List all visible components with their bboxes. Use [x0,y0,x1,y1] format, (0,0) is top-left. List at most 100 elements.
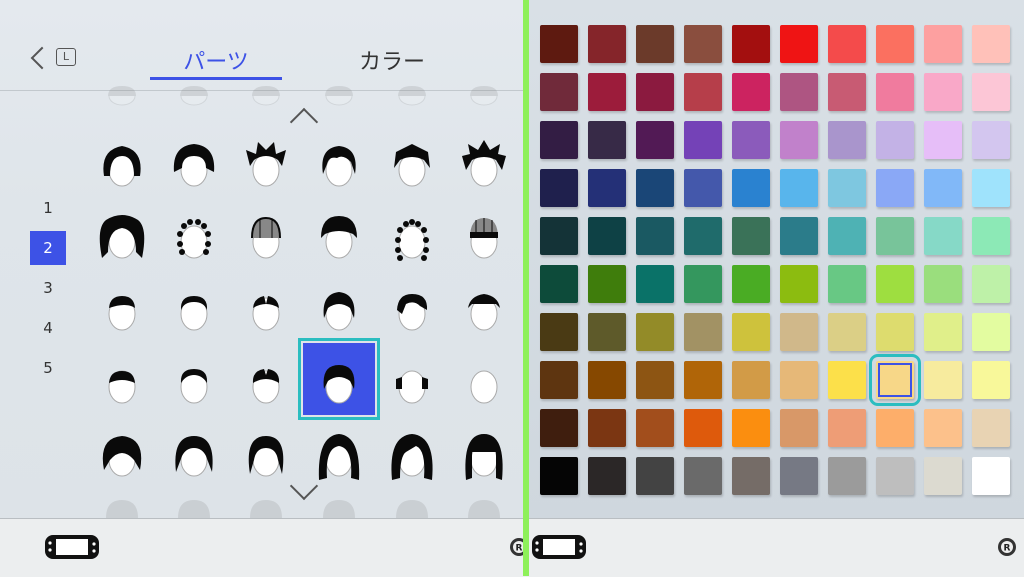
color-swatch[interactable] [540,217,578,255]
short-hair-4-option[interactable] [303,270,375,342]
page-number-2[interactable]: 2 [30,231,66,265]
color-swatch[interactable] [972,217,1010,255]
color-swatch[interactable] [972,169,1010,207]
color-swatch[interactable] [588,217,626,255]
color-swatch[interactable] [828,217,866,255]
color-swatch[interactable] [684,169,722,207]
color-swatch[interactable] [924,313,962,351]
page-number-3[interactable]: 3 [30,271,66,305]
color-swatch[interactable] [636,121,674,159]
color-swatch[interactable] [924,121,962,159]
short-hair-6-option[interactable] [448,270,520,342]
color-swatch[interactable] [540,73,578,111]
color-swatch[interactable] [684,217,722,255]
color-swatch[interactable] [588,361,626,399]
color-swatch[interactable] [684,361,722,399]
color-swatch[interactable] [876,25,914,63]
knit-cap-option[interactable] [230,198,302,270]
color-swatch[interactable] [540,457,578,495]
beanie-hat-option[interactable] [448,198,520,270]
color-swatch[interactable] [588,25,626,63]
tab-parts[interactable]: パーツ [150,44,282,80]
color-swatch[interactable] [780,25,818,63]
color-swatch[interactable] [972,73,1010,111]
color-swatch[interactable] [636,25,674,63]
color-swatch[interactable] [828,25,866,63]
long-hair-2-option[interactable] [376,416,448,488]
color-swatch[interactable] [869,354,921,406]
color-swatch[interactable] [540,121,578,159]
bald-option[interactable] [448,343,520,415]
color-swatch[interactable] [780,121,818,159]
round-hair-3-option[interactable] [230,416,302,488]
page-number-5[interactable]: 5 [30,351,66,385]
color-swatch[interactable] [636,169,674,207]
color-swatch[interactable] [972,121,1010,159]
color-swatch[interactable] [828,361,866,399]
color-swatch[interactable] [732,409,770,447]
color-swatch[interactable] [732,313,770,351]
color-swatch[interactable] [636,265,674,303]
color-swatch[interactable] [636,217,674,255]
color-swatch[interactable] [780,73,818,111]
short-hair-9-option[interactable] [230,343,302,415]
color-swatch[interactable] [972,409,1010,447]
long-hair-1-option[interactable] [303,416,375,488]
color-swatch[interactable] [588,169,626,207]
color-swatch[interactable] [924,409,962,447]
color-swatch[interactable] [732,361,770,399]
color-swatch[interactable] [684,121,722,159]
page-number-4[interactable]: 4 [30,311,66,345]
color-swatch[interactable] [588,409,626,447]
color-swatch[interactable] [924,73,962,111]
color-swatch[interactable] [684,265,722,303]
back-button[interactable]: L [28,44,82,74]
color-swatch[interactable] [588,73,626,111]
color-swatch[interactable] [588,457,626,495]
color-swatch[interactable] [972,25,1010,63]
color-swatch[interactable] [876,169,914,207]
color-swatch[interactable] [732,217,770,255]
color-swatch[interactable] [540,25,578,63]
color-swatch[interactable] [972,457,1010,495]
color-swatch[interactable] [636,73,674,111]
color-swatch[interactable] [972,265,1010,303]
long-hair-bangs-option[interactable] [448,416,520,488]
color-swatch[interactable] [732,121,770,159]
bowl-cut-hair-option[interactable] [303,198,375,270]
color-swatch[interactable] [828,313,866,351]
color-swatch[interactable] [828,169,866,207]
color-swatch[interactable] [732,457,770,495]
short-hair-7-option[interactable] [86,343,158,415]
color-swatch[interactable] [780,409,818,447]
color-swatch[interactable] [828,265,866,303]
short-hair-5-option[interactable] [376,270,448,342]
color-swatch[interactable] [924,457,962,495]
color-swatch[interactable] [924,265,962,303]
short-hair-1-option[interactable] [86,270,158,342]
color-swatch[interactable] [588,265,626,303]
color-swatch[interactable] [540,313,578,351]
color-swatch[interactable] [684,409,722,447]
short-hair-8-option[interactable] [158,343,230,415]
color-swatch[interactable] [876,73,914,111]
color-swatch[interactable] [972,361,1010,399]
side-hair-option[interactable] [376,343,448,415]
color-swatch[interactable] [876,313,914,351]
long-messy-hair-option[interactable] [86,198,158,270]
short-hair-2-option[interactable] [158,270,230,342]
curly-short-hair-option[interactable] [158,198,230,270]
color-swatch[interactable] [732,73,770,111]
short-hair-selected-option[interactable] [298,338,380,420]
color-swatch[interactable] [732,265,770,303]
color-swatch[interactable] [876,457,914,495]
color-swatch[interactable] [636,457,674,495]
color-swatch[interactable] [876,121,914,159]
color-swatch[interactable] [780,361,818,399]
page-number-1[interactable]: 1 [30,191,66,225]
color-swatch[interactable] [924,169,962,207]
short-hair-3-option[interactable] [230,270,302,342]
color-swatch[interactable] [876,265,914,303]
color-swatch[interactable] [828,73,866,111]
round-hair-1-option[interactable] [86,416,158,488]
